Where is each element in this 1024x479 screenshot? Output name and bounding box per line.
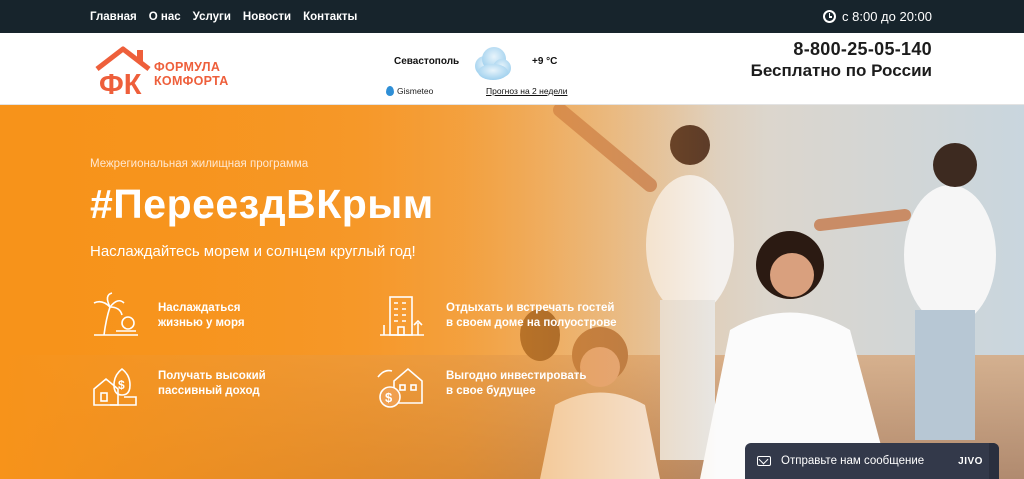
logo-house-icon: ФК xyxy=(95,46,151,97)
feature-own-house: Отдыхать и встречать гостей в своем доме… xyxy=(376,291,617,339)
forecast-link[interactable]: Прогноз на 2 недели xyxy=(486,86,567,96)
site-header: ФК ФОРМУЛА КОМФОРТА Севастополь +9 °С Gi… xyxy=(0,33,1024,105)
logo-line-1: ФОРМУЛА xyxy=(154,60,221,74)
weather-provider[interactable]: Gismeteo xyxy=(386,86,433,96)
top-navigation-bar: Главная О нас Услуги Новости Контакты с … xyxy=(0,0,1024,33)
svg-text:$: $ xyxy=(118,378,125,392)
feature-sea-life: Наслаждаться жизнью у моря xyxy=(90,291,245,339)
hero-tagline: Межрегиональная жилищная программа xyxy=(90,158,309,170)
working-hours: с 8:00 до 20:00 xyxy=(823,0,932,33)
building-icon xyxy=(380,296,424,336)
weather-temperature: +9 °С xyxy=(532,56,558,67)
phone-block: 8-800-25-05-140 Бесплатно по России xyxy=(751,39,932,81)
feature-passive-income-line-1: Получать высокий xyxy=(158,370,266,382)
nav-link-news[interactable]: Новости xyxy=(243,11,291,23)
weather-widget: Севастополь +9 °С Gismeteo Прогноз на 2 … xyxy=(386,41,586,101)
logo-line-2: КОМФОРТА xyxy=(154,74,229,88)
feature-own-house-line-1: Отдыхать и встречать гостей xyxy=(446,302,615,314)
hero-headline: #ПереездВКрым xyxy=(90,181,434,227)
feature-own-house-text: Отдыхать и встречать гостей в своем доме… xyxy=(446,301,646,331)
gismeteo-drop-icon xyxy=(386,86,394,96)
weather-provider-label: Gismeteo xyxy=(397,86,434,96)
clock-icon xyxy=(823,10,837,23)
feature-own-house-line-2: в своем доме на полуострове xyxy=(446,317,617,329)
nav-link-home[interactable]: Главная xyxy=(90,11,137,23)
palm-beach-icon xyxy=(93,292,138,336)
chat-widget-edge xyxy=(989,443,999,479)
cloud-icon xyxy=(475,47,511,80)
feature-investment: $ Выгодно инвестировать в свое будущее xyxy=(376,363,586,411)
main-nav: Главная О нас Услуги Новости Контакты xyxy=(90,0,357,33)
house-money-icon: $ xyxy=(93,367,137,406)
feature-sea-life-line-2: жизнью у моря xyxy=(158,317,245,329)
logo-mark-text: ФК xyxy=(99,69,142,97)
hero-subtitle: Наслаждайтесь морем и солнцем круглый го… xyxy=(90,243,416,260)
feature-investment-line-1: Выгодно инвестировать xyxy=(446,370,587,382)
feature-passive-income-text: Получать высокий пассивный доход xyxy=(158,369,298,399)
weather-city: Севастополь xyxy=(394,56,460,67)
phone-number[interactable]: 8-800-25-05-140 xyxy=(751,39,932,60)
company-logo[interactable]: ФК ФОРМУЛА КОМФОРТА xyxy=(93,45,233,97)
feature-sea-life-line-1: Наслаждаться xyxy=(158,302,241,314)
chat-widget-brand: JIVO xyxy=(958,455,983,467)
feature-investment-line-2: в свое будущее xyxy=(446,385,536,397)
hero-banner: Межрегиональная жилищная программа #Пере… xyxy=(0,105,1024,479)
envelope-icon xyxy=(757,456,771,466)
feature-passive-income: $ Получать высокий пассивный доход xyxy=(90,363,266,411)
nav-link-about[interactable]: О нас xyxy=(149,11,181,23)
feature-sea-life-text: Наслаждаться жизнью у моря xyxy=(158,301,298,331)
nav-link-services[interactable]: Услуги xyxy=(193,11,231,23)
chat-widget-message: Отправьте нам сообщение xyxy=(781,455,925,467)
svg-text:$: $ xyxy=(385,390,393,405)
nav-link-contacts[interactable]: Контакты xyxy=(303,11,357,23)
invest-house-icon: $ xyxy=(377,367,423,408)
chat-widget-button[interactable]: Отправьте нам сообщение JIVO xyxy=(745,443,999,479)
feature-investment-text: Выгодно инвестировать в свое будущее xyxy=(446,369,646,399)
logo-wordmark: ФОРМУЛА КОМФОРТА xyxy=(154,60,229,88)
feature-passive-income-line-2: пассивный доход xyxy=(158,385,260,397)
phone-note: Бесплатно по России xyxy=(750,61,932,80)
working-hours-text: с 8:00 до 20:00 xyxy=(842,9,932,24)
